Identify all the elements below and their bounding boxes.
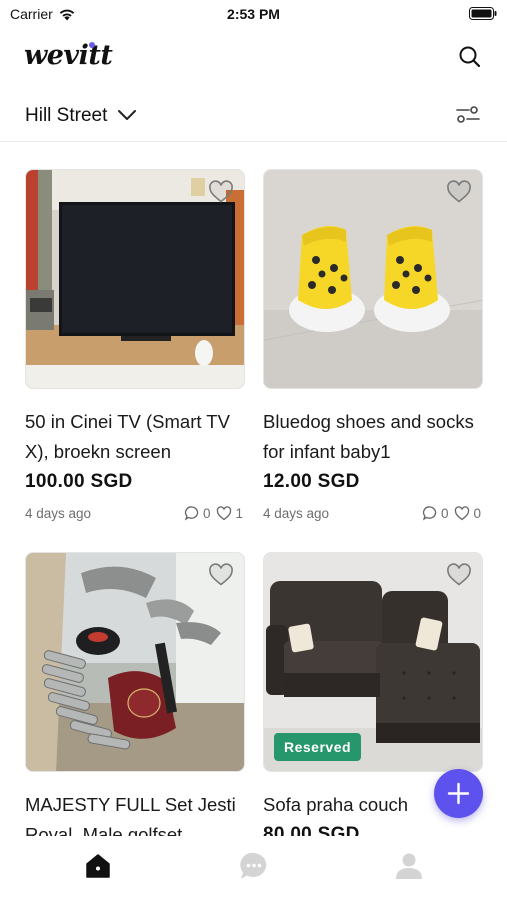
- profile-icon: [396, 853, 422, 879]
- favorite-button[interactable]: [208, 180, 234, 204]
- reserved-badge: Reserved: [274, 733, 362, 761]
- listing-price: 100.00 SGD: [25, 471, 133, 492]
- search-button[interactable]: [457, 44, 483, 70]
- comment-count: 0: [422, 505, 449, 521]
- filter-button[interactable]: [455, 104, 481, 126]
- comment-count: 0: [184, 505, 211, 521]
- comment-icon: [184, 506, 199, 521]
- chevron-down-icon: [118, 110, 136, 120]
- listing-image[interactable]: [25, 169, 245, 389]
- tab-home[interactable]: [80, 848, 116, 884]
- heart-icon: [217, 505, 232, 520]
- tab-chat[interactable]: [236, 848, 272, 884]
- status-time: 2:53 PM: [227, 6, 280, 22]
- filter-icon: [456, 106, 480, 123]
- comment-count-value: 0: [440, 505, 449, 521]
- add-listing-button[interactable]: [434, 769, 483, 818]
- app-header: wevitt: [0, 36, 507, 80]
- listing-card[interactable]: Bluedog shoes and socks for infant baby1…: [263, 169, 483, 524]
- comment-icon: [422, 506, 437, 521]
- listing-title: Bluedog shoes and socks for infant baby1: [263, 411, 474, 462]
- status-bar: Carrier 2:53 PM: [0, 0, 507, 30]
- heart-icon: [209, 563, 233, 586]
- heart-icon: [209, 180, 233, 203]
- listing-card[interactable]: 50 in Cinei TV (Smart TV X), broekn scre…: [25, 169, 245, 524]
- listing-card[interactable]: MAJESTY FULL Set Jesti Royal, Male golfs…: [25, 552, 245, 850]
- like-count-value: 0: [473, 505, 481, 521]
- listing-image[interactable]: [263, 169, 483, 389]
- favorite-button[interactable]: [446, 563, 472, 587]
- plus-icon: [447, 782, 470, 805]
- home-icon: [86, 854, 110, 878]
- bottom-tab-bar: [0, 836, 507, 900]
- listing-meta: 4 days ago 0 0: [263, 504, 483, 524]
- heart-icon: [455, 505, 470, 520]
- location-dropdown-toggle[interactable]: [117, 108, 137, 127]
- listing-image[interactable]: Reserved: [263, 552, 483, 772]
- favorite-button[interactable]: [446, 180, 472, 204]
- listing-time: 4 days ago: [263, 506, 330, 521]
- search-icon: [459, 46, 481, 68]
- tab-profile[interactable]: [391, 848, 427, 884]
- listing-meta: 4 days ago 0 1: [25, 504, 245, 524]
- battery-icon: [469, 7, 497, 25]
- listing-time: 4 days ago: [25, 506, 92, 521]
- listing-price: 12.00 SGD: [263, 471, 360, 492]
- listing-stats: 0 0: [422, 505, 481, 521]
- heart-icon: [447, 563, 471, 586]
- app-logo: wevitt: [24, 40, 113, 71]
- location-bar: Hill Street: [0, 98, 507, 134]
- like-count: 1: [216, 506, 243, 521]
- location-selector[interactable]: Hill Street: [25, 105, 107, 127]
- like-count-value: 1: [235, 505, 243, 521]
- listing-title: 50 in Cinei TV (Smart TV X), broekn scre…: [25, 411, 230, 462]
- listing-image[interactable]: [25, 552, 245, 772]
- heart-icon: [447, 180, 471, 203]
- favorite-button[interactable]: [208, 563, 234, 587]
- header-divider: [0, 141, 507, 142]
- comment-count-value: 0: [202, 505, 211, 521]
- logo-accent-dot: [89, 42, 95, 48]
- like-count: 0: [454, 506, 481, 521]
- chat-icon: [240, 852, 267, 879]
- listing-stats: 0 1: [184, 505, 243, 521]
